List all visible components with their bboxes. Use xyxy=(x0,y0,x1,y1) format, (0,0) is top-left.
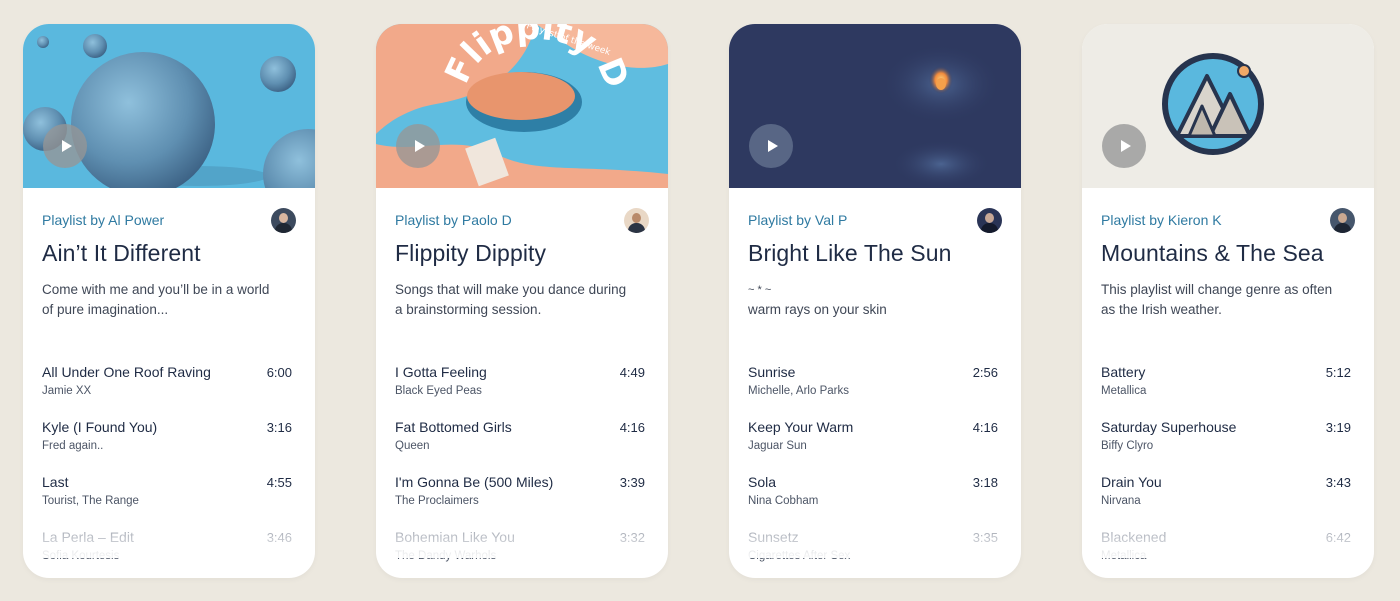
track-duration: 3:35 xyxy=(972,530,998,545)
track-artist: The Proclaimers xyxy=(395,495,479,507)
track-artist: Cigarettes After Sex xyxy=(748,550,851,562)
track-duration: 6:42 xyxy=(1325,530,1351,545)
play-button[interactable] xyxy=(1102,124,1146,168)
track-duration: 2:56 xyxy=(972,365,998,380)
avatar-icon[interactable] xyxy=(624,208,649,233)
track-artist: Sofia Kourtesis xyxy=(42,550,120,562)
track-name: Sola xyxy=(748,474,777,490)
playlist-card-1[interactable]: Playlist by Al Power Ain’t It Different … xyxy=(23,24,315,578)
track-row[interactable]: I Gotta Feeling Black Eyed Peas 4:49 xyxy=(395,364,649,408)
track-artist: Tourist, The Range xyxy=(42,495,139,507)
track-row[interactable]: Sunrise Michelle, Arlo Parks 2:56 xyxy=(748,364,1002,408)
track-artist: The Dandy Warhols xyxy=(395,550,497,562)
play-icon xyxy=(767,140,778,152)
avatar-icon[interactable] xyxy=(271,208,296,233)
playlist-title[interactable]: Bright Like The Sun xyxy=(748,240,952,267)
track-artist: Fred again.. xyxy=(42,440,104,452)
track-artist: Jamie XX xyxy=(42,385,92,397)
play-button[interactable] xyxy=(749,124,793,168)
track-duration: 4:49 xyxy=(619,365,645,380)
track-row[interactable]: Bohemian Like You The Dandy Warhols 3:32 xyxy=(395,529,649,573)
track-artist: Nina Cobham xyxy=(748,495,819,507)
playlist-byline[interactable]: Playlist by Val P xyxy=(748,212,847,228)
track-name: Last xyxy=(42,474,69,490)
playlist-cover-3 xyxy=(729,24,1021,188)
playlist-cover-4 xyxy=(1082,24,1374,188)
track-artist: Biffy Clyro xyxy=(1101,440,1154,452)
track-row[interactable]: Blackened Metallica 6:42 xyxy=(1101,529,1355,573)
track-name: Blackened xyxy=(1101,529,1167,545)
play-button[interactable] xyxy=(43,124,87,168)
avatar-icon[interactable] xyxy=(977,208,1002,233)
track-name: I Gotta Feeling xyxy=(395,364,487,380)
track-row[interactable]: Battery Metallica 5:12 xyxy=(1101,364,1355,408)
playlist-description: Come with me and you’ll be in a world of… xyxy=(42,282,270,317)
track-name: Saturday Superhouse xyxy=(1101,419,1237,435)
track-row[interactable]: I'm Gonna Be (500 Miles) The Proclaimers… xyxy=(395,474,649,518)
playlist-cover-1 xyxy=(23,24,315,188)
track-name: Bohemian Like You xyxy=(395,529,515,545)
avatar-icon[interactable] xyxy=(1330,208,1355,233)
play-icon xyxy=(414,140,425,152)
track-artist: Michelle, Arlo Parks xyxy=(748,385,849,397)
playlist-title[interactable]: Ain’t It Different xyxy=(42,240,201,267)
track-duration: 4:55 xyxy=(266,475,292,490)
track-duration: 4:16 xyxy=(619,420,645,435)
track-name: Fat Bottomed Girls xyxy=(395,419,512,435)
track-name: Keep Your Warm xyxy=(748,419,854,435)
track-artist: Metallica xyxy=(1101,550,1147,562)
track-artist: Jaguar Sun xyxy=(748,440,807,452)
track-duration: 3:39 xyxy=(619,475,645,490)
track-name: Battery xyxy=(1101,364,1146,380)
track-name: Kyle (I Found You) xyxy=(42,419,158,435)
play-icon xyxy=(61,140,72,152)
playlist-byline[interactable]: Playlist by Paolo D xyxy=(395,212,512,228)
track-row[interactable]: All Under One Roof Raving Jamie XX 6:00 xyxy=(42,364,296,408)
track-artist: Black Eyed Peas xyxy=(395,385,482,397)
track-duration: 3:16 xyxy=(266,420,292,435)
track-duration: 5:12 xyxy=(1325,365,1351,380)
track-name: La Perla – Edit xyxy=(42,529,134,545)
playlist-card-2[interactable]: Flippity Dippity Playlist of the week Pl… xyxy=(376,24,668,578)
playlist-byline[interactable]: Playlist by Kieron K xyxy=(1101,212,1222,228)
play-button[interactable] xyxy=(396,124,440,168)
track-row[interactable]: Kyle (I Found You) Fred again.. 3:16 xyxy=(42,419,296,463)
track-name: Drain You xyxy=(1101,474,1162,490)
track-duration: 3:46 xyxy=(266,530,292,545)
playlist-card-4[interactable]: Playlist by Kieron K Mountains & The Sea… xyxy=(1082,24,1374,578)
track-row[interactable]: Last Tourist, The Range 4:55 xyxy=(42,474,296,518)
track-artist: Nirvana xyxy=(1101,495,1141,507)
track-row[interactable]: Drain You Nirvana 3:43 xyxy=(1101,474,1355,518)
track-name: Sunsetz xyxy=(748,529,799,545)
track-duration: 3:32 xyxy=(619,530,645,545)
play-icon xyxy=(1120,140,1131,152)
playlist-byline[interactable]: Playlist by Al Power xyxy=(42,212,164,228)
playlist-description: ~ * ~ warm rays on your skin xyxy=(748,284,887,317)
playlist-card-3[interactable]: Playlist by Val P Bright Like The Sun ~ … xyxy=(729,24,1021,578)
track-row[interactable]: Keep Your Warm Jaguar Sun 4:16 xyxy=(748,419,1002,463)
track-duration: 3:18 xyxy=(972,475,998,490)
mountain-logo-icon xyxy=(1162,53,1264,155)
track-name: I'm Gonna Be (500 Miles) xyxy=(395,474,554,490)
playlist-description: Songs that will make you dance during a … xyxy=(395,282,627,317)
track-name: Sunrise xyxy=(748,364,796,380)
playlist-title[interactable]: Mountains & The Sea xyxy=(1101,240,1324,267)
track-duration: 3:43 xyxy=(1325,475,1351,490)
track-name: All Under One Roof Raving xyxy=(42,364,211,380)
track-duration: 4:16 xyxy=(972,420,998,435)
track-row[interactable]: Fat Bottomed Girls Queen 4:16 xyxy=(395,419,649,463)
playlist-title[interactable]: Flippity Dippity xyxy=(395,240,546,267)
track-artist: Queen xyxy=(395,440,430,452)
track-duration: 6:00 xyxy=(266,365,292,380)
track-duration: 3:19 xyxy=(1325,420,1351,435)
track-row[interactable]: Sola Nina Cobham 3:18 xyxy=(748,474,1002,518)
playlist-description: This playlist will change genre as often… xyxy=(1101,282,1333,317)
track-row[interactable]: La Perla – Edit Sofia Kourtesis 3:46 xyxy=(42,529,296,573)
track-artist: Metallica xyxy=(1101,385,1147,397)
playlist-cover-2: Flippity Dippity Playlist of the week xyxy=(376,24,668,188)
track-row[interactable]: Sunsetz Cigarettes After Sex 3:35 xyxy=(748,529,1002,573)
track-row[interactable]: Saturday Superhouse Biffy Clyro 3:19 xyxy=(1101,419,1355,463)
